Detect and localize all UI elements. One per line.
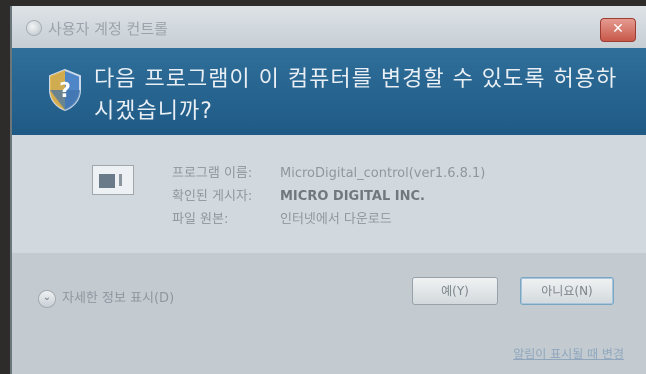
change-notification-link[interactable]: 알림이 표시될 때 변경 — [513, 345, 624, 362]
prompt-question: 다음 프로그램이 이 컴퓨터를 변경할 수 있도록 허용하시겠습니까? — [94, 67, 618, 124]
title-bar: 사용자 계정 컨트롤 ✕ — [12, 6, 646, 48]
dialog-footer: ⌄ 자세한 정보 표시(D) 예(Y) 아니요(N) 알림이 표시될 때 변경 — [12, 253, 646, 374]
program-name-value: MicroDigital_control(ver1.6.8.1) — [280, 166, 486, 181]
program-name-row: 프로그램 이름: MicroDigital_control(ver1.6.8.1) — [172, 162, 485, 185]
publisher-row: 확인된 게시자: MICRO DIGITAL INC. — [172, 185, 485, 208]
program-info: 프로그램 이름: MicroDigital_control(ver1.6.8.1)… — [172, 162, 485, 231]
yes-button[interactable]: 예(Y) — [412, 277, 498, 305]
program-name-label: 프로그램 이름: — [172, 166, 253, 181]
close-icon: ✕ — [612, 21, 624, 37]
uac-dialog: 사용자 계정 컨트롤 ✕ ? 다음 프로그램이 이 컴퓨터를 변경할 수 있도록… — [10, 6, 646, 374]
close-button[interactable]: ✕ — [600, 18, 636, 42]
uac-shield-icon: ? — [49, 68, 81, 112]
program-details: 프로그램 이름: MicroDigital_control(ver1.6.8.1)… — [12, 135, 646, 253]
window-title: 사용자 계정 컨트롤 — [48, 20, 168, 38]
chevron-down-icon: ⌄ — [38, 289, 56, 308]
file-origin-row: 파일 원본: 인터넷에서 다운로드 — [172, 208, 485, 231]
program-icon — [92, 165, 134, 195]
svg-text:?: ? — [59, 78, 71, 102]
show-details-toggle[interactable]: ⌄ 자세한 정보 표시(D) — [38, 287, 174, 308]
file-origin-label: 파일 원본: — [172, 212, 229, 227]
window-title-icon — [26, 20, 42, 36]
show-details-label: 자세한 정보 표시(D) — [62, 291, 175, 306]
publisher-label: 확인된 게시자: — [172, 189, 253, 204]
file-origin-value: 인터넷에서 다운로드 — [280, 212, 392, 227]
publisher-value: MICRO DIGITAL INC. — [280, 189, 425, 204]
prompt-banner: ? 다음 프로그램이 이 컴퓨터를 변경할 수 있도록 허용하시겠습니까? — [12, 48, 646, 135]
no-button[interactable]: 아니요(N) — [520, 277, 614, 305]
